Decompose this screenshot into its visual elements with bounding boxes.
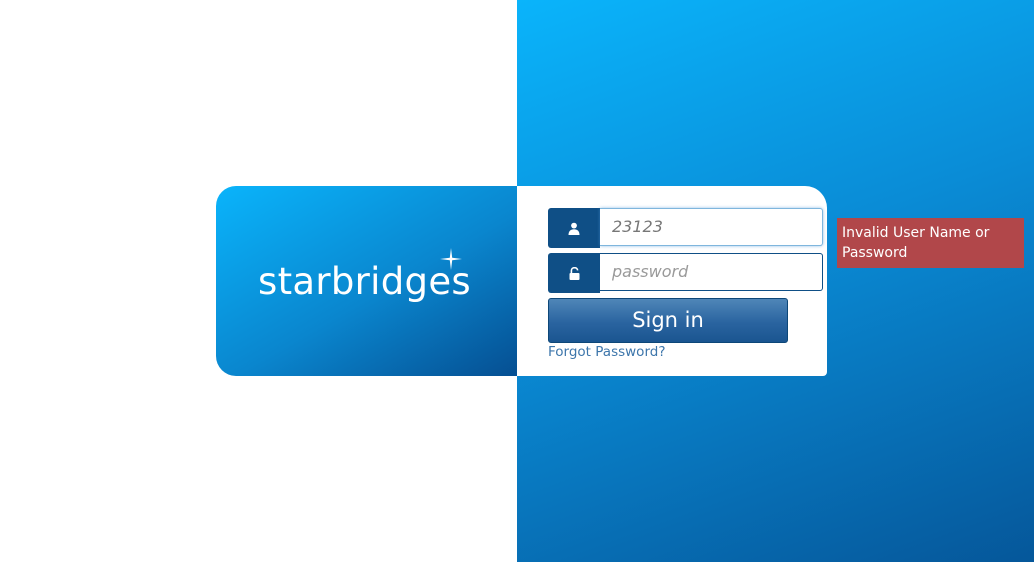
error-message: Invalid User Name or Password (837, 218, 1024, 268)
brand-panel: starbridges (216, 186, 517, 376)
password-field (548, 253, 823, 293)
sign-in-button[interactable]: Sign in (548, 298, 788, 343)
star-sparkle-icon (440, 248, 462, 270)
starbridges-logo: starbridges (258, 248, 488, 318)
login-page: starbridges Sign (0, 0, 1034, 562)
unlock-icon (548, 253, 600, 293)
forgot-password-link[interactable]: Forgot Password? (548, 344, 666, 360)
user-icon (548, 208, 600, 248)
username-field (548, 208, 823, 248)
login-form: Sign in Forgot Password? (517, 186, 827, 376)
username-input[interactable] (600, 208, 823, 246)
password-input[interactable] (600, 253, 823, 291)
